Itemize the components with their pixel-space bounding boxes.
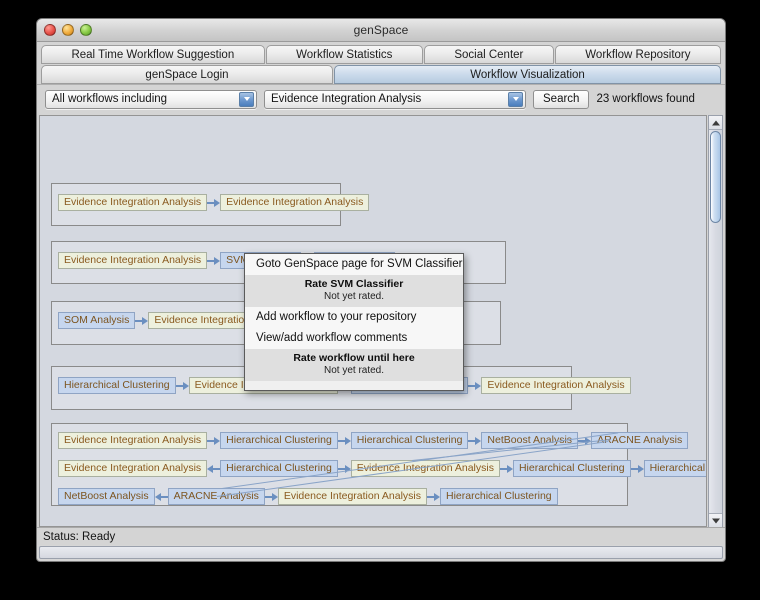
- visualization-area: Evidence Integration AnalysisEvidence In…: [37, 113, 725, 527]
- workflow-row[interactable]: NetBoost AnalysisARACNE AnalysisEvidence…: [58, 488, 558, 505]
- workflow-arrow-icon: [338, 435, 351, 447]
- rate-workflow-title: Rate workflow until here: [253, 352, 455, 365]
- workflow-arrow-icon: [338, 463, 351, 475]
- workflow-arrow-icon: [468, 435, 481, 447]
- status-bar: Status: Ready: [37, 527, 725, 545]
- workflow-node[interactable]: Hierarchical Clustering: [351, 432, 469, 449]
- workflow-arrow-icon: [176, 380, 189, 392]
- workflow-node[interactable]: Hierarchical Clustering: [513, 460, 631, 477]
- vertical-scrollbar-thumb[interactable]: [710, 131, 721, 223]
- window-title: genSpace: [37, 23, 725, 37]
- scroll-down-icon[interactable]: [709, 513, 722, 527]
- minimize-button[interactable]: [62, 24, 74, 36]
- search-button[interactable]: Search: [533, 90, 589, 109]
- chevron-down-icon[interactable]: [508, 92, 523, 107]
- workflow-arrow-icon: [207, 463, 220, 475]
- workflow-arrow-icon: [135, 315, 148, 327]
- workflow-dropdown[interactable]: Evidence Integration Analysis: [264, 90, 526, 109]
- workflow-canvas-viewport[interactable]: Evidence Integration AnalysisEvidence In…: [39, 115, 707, 527]
- workflow-arrow-icon: [427, 491, 440, 503]
- window-titlebar: genSpace: [37, 19, 725, 42]
- workflow-node[interactable]: NetBoost Analysis: [58, 488, 155, 505]
- tab-workflow-repository[interactable]: Workflow Repository: [555, 45, 721, 64]
- workflow-node[interactable]: Evidence Integration Analysis: [58, 194, 207, 211]
- scope-dropdown-value: All workflows including: [46, 93, 239, 105]
- context-menu-rate-workflow-section[interactable]: Rate workflow until here Not yet rated.: [245, 349, 463, 381]
- workflow-node[interactable]: Hierarchical Clustering: [220, 432, 338, 449]
- workflow-arrow-icon: [207, 197, 220, 209]
- context-menu-rate-tool-section[interactable]: Rate SVM Classifier Not yet rated.: [245, 275, 463, 307]
- results-count-label: 23 workflows found: [596, 93, 694, 105]
- tab-workflow-visualization[interactable]: Workflow Visualization: [334, 65, 721, 84]
- search-toolbar: All workflows including Evidence Integra…: [37, 84, 725, 113]
- workflow-node[interactable]: Evidence Integration Analysis: [58, 432, 207, 449]
- rate-tool-title: Rate SVM Classifier: [253, 278, 455, 291]
- workflow-row[interactable]: Evidence Integration Analysis Evidence In…: [58, 194, 369, 211]
- context-menu-item-view-comments[interactable]: View/add workflow comments: [245, 328, 463, 349]
- scroll-up-icon[interactable]: [709, 116, 722, 130]
- workflow-node[interactable]: Evidence Integration Analysis: [220, 194, 369, 211]
- rate-workflow-status: Not yet rated.: [253, 365, 455, 377]
- workflow-group[interactable]: Evidence Integration AnalysisEvidence In…: [51, 183, 341, 226]
- application-window: genSpace Real Time Workflow Suggestion W…: [36, 18, 726, 562]
- workflow-node[interactable]: Hierarchical Clustering: [644, 460, 707, 477]
- tab-real-time-workflow-suggestion[interactable]: Real Time Workflow Suggestion: [41, 45, 265, 64]
- workflow-node[interactable]: Evidence Integration Analysis: [481, 377, 630, 394]
- context-menu-footer: [245, 381, 463, 390]
- tab-row-primary: Real Time Workflow Suggestion Workflow S…: [41, 45, 721, 64]
- workflow-arrow-icon: [631, 463, 644, 475]
- workflow-row[interactable]: Evidence Integration Analysis Hierarchica…: [58, 460, 707, 477]
- workflow-arrow-icon: [207, 435, 220, 447]
- workflow-node[interactable]: Evidence Integration Analysis: [58, 252, 207, 269]
- workflow-arrow-icon: [265, 491, 278, 503]
- workflow-node[interactable]: Hierarchical Clustering: [440, 488, 558, 505]
- context-menu-item-goto-genspace-page[interactable]: Goto GenSpace page for SVM Classifier: [245, 254, 463, 275]
- tab-row-secondary: genSpace Login Workflow Visualization: [41, 65, 721, 84]
- tab-bar: Real Time Workflow Suggestion Workflow S…: [37, 42, 725, 84]
- close-button[interactable]: [44, 24, 56, 36]
- workflow-node[interactable]: SOM Analysis: [58, 312, 135, 329]
- workflow-arrow-icon: [468, 380, 481, 392]
- workflow-dropdown-value: Evidence Integration Analysis: [265, 93, 508, 105]
- horizontal-scrollbar[interactable]: [39, 546, 723, 559]
- workflow-group[interactable]: Evidence Integration Analysis Hierarchica…: [51, 423, 628, 506]
- workflow-node[interactable]: Evidence Integration Analysis: [278, 488, 427, 505]
- workflow-node[interactable]: Hierarchical Clustering: [58, 377, 176, 394]
- workflow-context-menu[interactable]: Goto GenSpace page for SVM Classifier Ra…: [244, 253, 464, 391]
- zoom-button[interactable]: [80, 24, 92, 36]
- workflow-arrow-icon: [500, 463, 513, 475]
- workflow-node[interactable]: Evidence Integration Analysis: [58, 460, 207, 477]
- window-controls: [44, 24, 92, 36]
- scope-dropdown[interactable]: All workflows including: [45, 90, 257, 109]
- status-text: Status: Ready: [43, 531, 115, 543]
- tab-social-center[interactable]: Social Center: [424, 45, 554, 64]
- workflow-arrow-icon: [155, 491, 168, 503]
- workflow-arrow-icon: [207, 255, 220, 267]
- rate-tool-status: Not yet rated.: [253, 291, 455, 303]
- tab-workflow-statistics[interactable]: Workflow Statistics: [266, 45, 423, 64]
- context-menu-item-add-workflow[interactable]: Add workflow to your repository: [245, 307, 463, 328]
- chevron-down-icon[interactable]: [239, 92, 254, 107]
- vertical-scrollbar[interactable]: [708, 115, 723, 527]
- tab-genspace-login[interactable]: genSpace Login: [41, 65, 333, 84]
